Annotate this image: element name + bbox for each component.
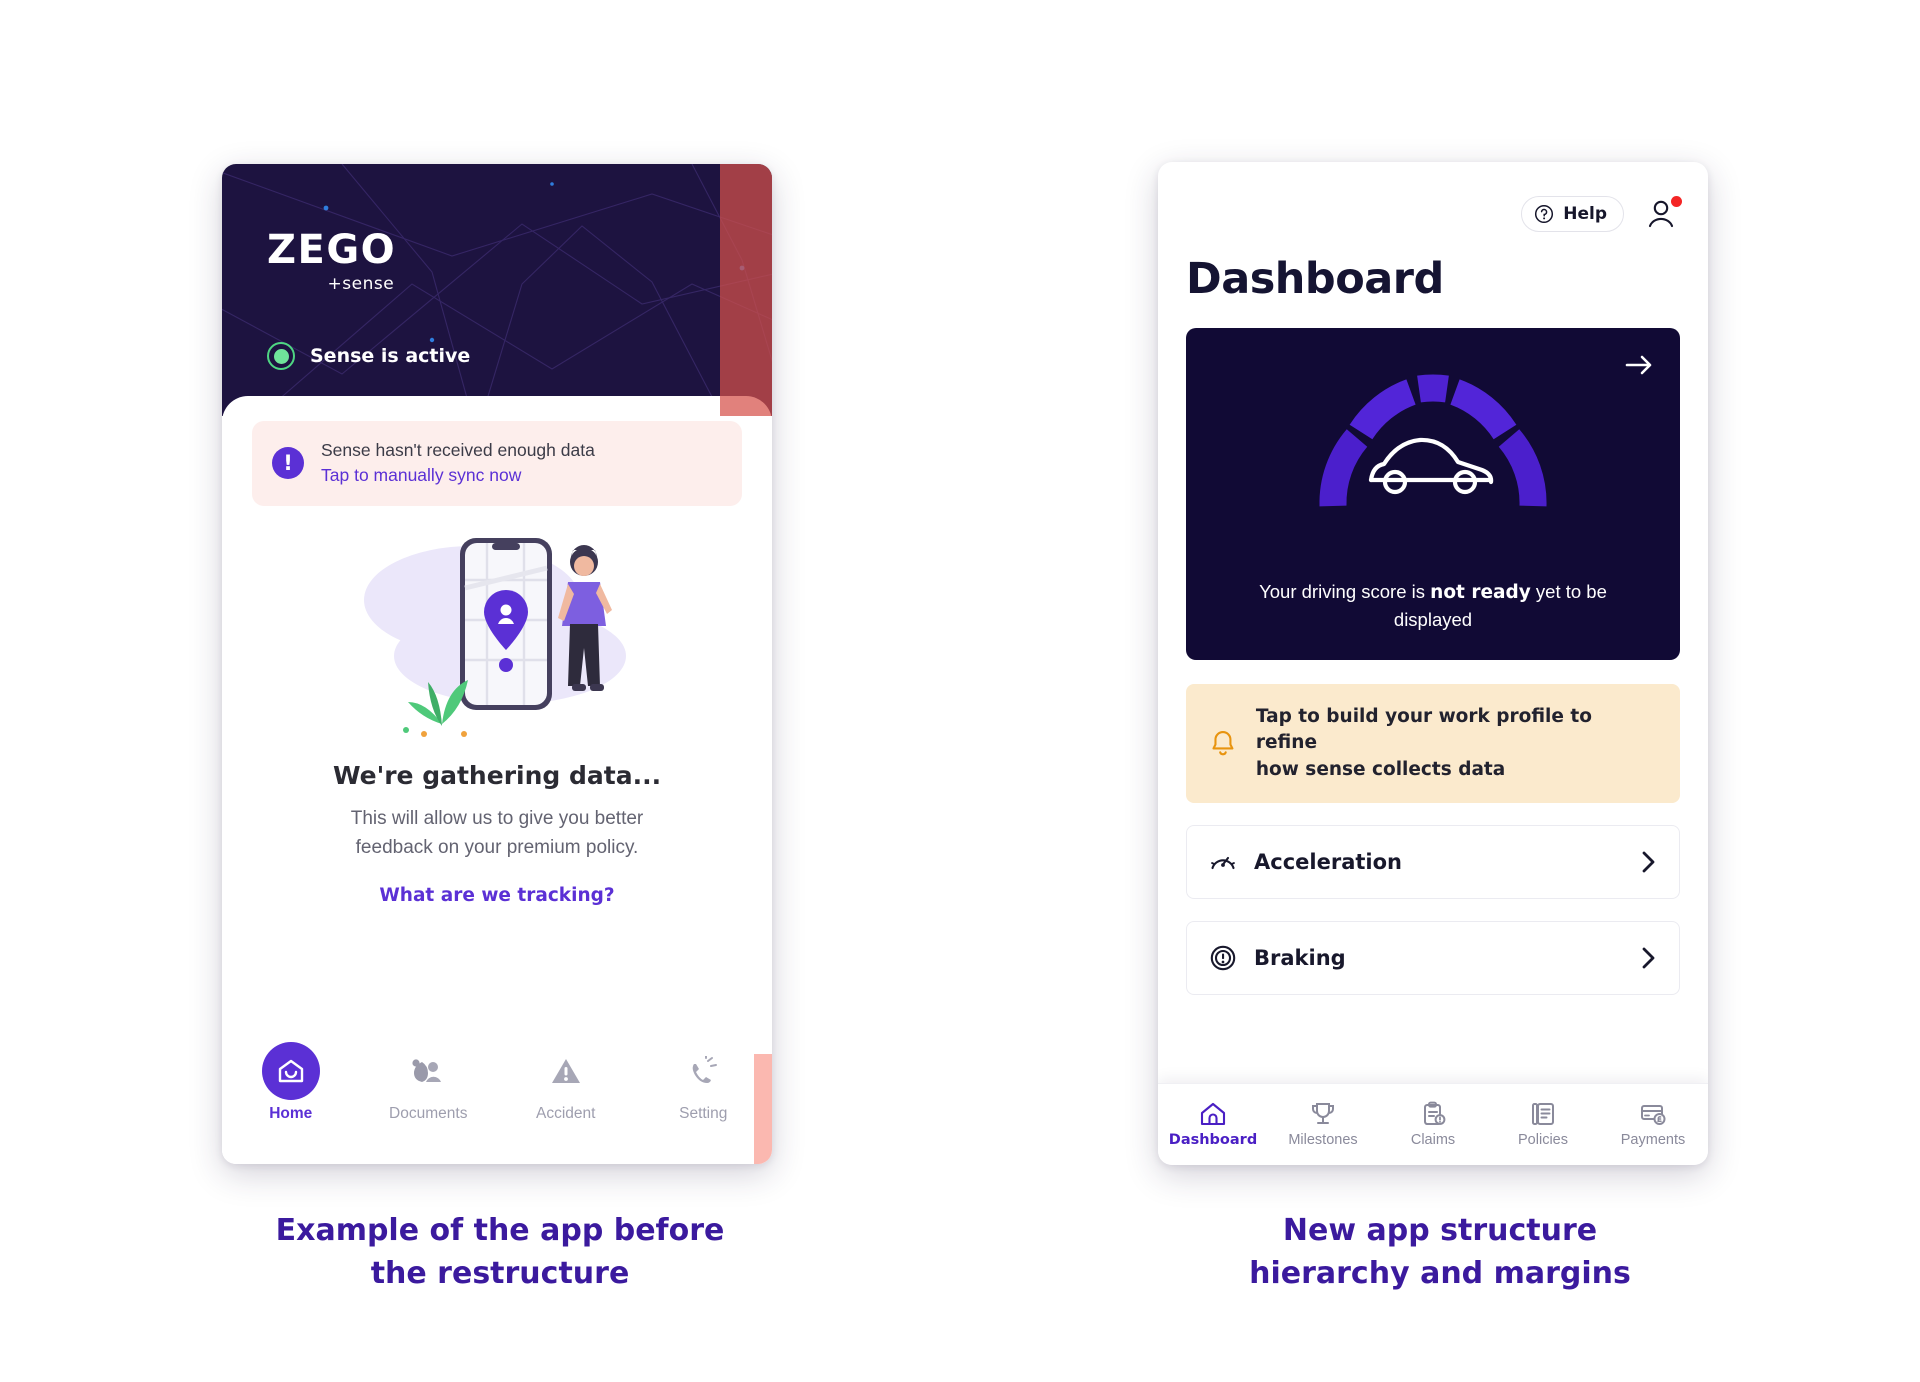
help-button[interactable]: Help bbox=[1521, 196, 1624, 232]
caption-after: New app structure hierarchy and margins bbox=[1100, 1210, 1780, 1295]
speedometer-icon bbox=[1211, 856, 1235, 869]
exclamation-circle-icon: ! bbox=[272, 447, 304, 480]
tab-documents-label: Documents bbox=[389, 1105, 468, 1122]
trophy-icon bbox=[1312, 1103, 1334, 1124]
tab-home-label: Home bbox=[269, 1105, 313, 1122]
metric-label-acceleration: Acceleration bbox=[1254, 849, 1402, 874]
tab-accident-label: Accident bbox=[536, 1105, 596, 1122]
documents-people-icon bbox=[411, 1046, 445, 1096]
tab-claims[interactable]: Claims bbox=[1378, 1101, 1488, 1148]
work-profile-notice-text: Tap to build your work profile to refine… bbox=[1256, 704, 1658, 783]
phone-mockup-after: Help Dashboard Your driving score is not… bbox=[1158, 162, 1708, 1165]
driving-score-message: Your driving score is not ready yet to b… bbox=[1186, 579, 1680, 634]
avatar[interactable] bbox=[1646, 196, 1682, 231]
hero-header: ZEGO +sense Sense is active bbox=[222, 164, 772, 416]
gathering-body: This will allow us to give you better fe… bbox=[252, 804, 742, 863]
sync-alert-action[interactable]: Tap to manually sync now bbox=[321, 463, 595, 488]
score-text-before: Your driving score is bbox=[1259, 581, 1431, 603]
car-gauge-icon bbox=[1186, 362, 1680, 512]
chevron-right-icon[interactable] bbox=[1639, 946, 1657, 970]
clipboard-alert-icon bbox=[1424, 1101, 1446, 1125]
sense-status: Sense is active bbox=[267, 342, 470, 370]
tab-claims-label: Claims bbox=[1410, 1132, 1456, 1148]
caption-after-line1: New app structure bbox=[1282, 1213, 1598, 1248]
notice-line1: Tap to build your work profile to refine bbox=[1255, 706, 1592, 754]
phone-map-location-person-illustration bbox=[252, 528, 742, 743]
home-icon bbox=[1200, 1102, 1226, 1126]
driving-score-card[interactable]: Your driving score is not ready yet to b… bbox=[1186, 328, 1680, 660]
slide-canvas: ZEGO +sense Sense is active ! Sense hasn… bbox=[0, 0, 1920, 1382]
caption-before-line2: the restructure bbox=[370, 1255, 630, 1291]
gathering-body-line2: feedback on your premium policy. bbox=[355, 837, 639, 859]
bottom-navigation-new: Dashboard Milestones Claims Policies Pay… bbox=[1158, 1083, 1708, 1165]
tab-documents[interactable]: Documents bbox=[360, 1046, 498, 1123]
metric-label-braking: Braking bbox=[1254, 945, 1346, 970]
warning-triangle-icon bbox=[550, 1046, 582, 1096]
brake-disc-icon bbox=[1210, 945, 1236, 971]
tab-policies-label: Policies bbox=[1518, 1132, 1568, 1148]
metric-row-acceleration[interactable]: Acceleration bbox=[1186, 824, 1680, 899]
tab-setting[interactable]: Setting bbox=[635, 1046, 773, 1123]
notice-line2: how sense collects data bbox=[1255, 758, 1506, 780]
phone-mockup-before: ZEGO +sense Sense is active ! Sense hasn… bbox=[222, 164, 772, 1164]
caption-before: Example of the app before the restructur… bbox=[160, 1210, 840, 1295]
tab-milestones-label: Milestones bbox=[1288, 1132, 1358, 1148]
zego-logo-wordmark: ZEGO bbox=[267, 227, 397, 273]
margin-overlay-bottom bbox=[754, 1054, 772, 1164]
page-title: Dashboard bbox=[1186, 254, 1444, 304]
tab-dashboard[interactable]: Dashboard bbox=[1158, 1101, 1268, 1148]
bell-icon bbox=[1212, 731, 1234, 756]
bottom-navigation-old: Home Documents Accident Setting bbox=[222, 1032, 772, 1164]
arrow-right-icon[interactable] bbox=[1624, 352, 1654, 378]
what-are-we-tracking-link[interactable]: What are we tracking? bbox=[252, 885, 742, 906]
question-circle-icon bbox=[1535, 204, 1554, 224]
zego-logo: ZEGO +sense bbox=[267, 230, 396, 294]
metric-row-braking[interactable]: Braking bbox=[1186, 920, 1680, 995]
phone-ringing-icon bbox=[687, 1046, 719, 1096]
tab-dashboard-label: Dashboard bbox=[1168, 1132, 1258, 1148]
sync-alert-title: Sense hasn't received enough data bbox=[321, 440, 595, 460]
tab-milestones[interactable]: Milestones bbox=[1268, 1101, 1378, 1148]
gathering-body-line1: This will allow us to give you better bbox=[350, 807, 644, 829]
content-sheet: ! Sense hasn't received enough data Tap … bbox=[222, 396, 772, 1164]
notification-badge bbox=[1671, 196, 1682, 207]
tab-accident[interactable]: Accident bbox=[497, 1046, 635, 1123]
caption-before-line1: Example of the app before bbox=[275, 1213, 725, 1248]
sync-alert-banner[interactable]: ! Sense hasn't received enough data Tap … bbox=[252, 421, 742, 506]
tab-home[interactable]: Home bbox=[222, 1042, 360, 1123]
sense-status-label: Sense is active bbox=[310, 345, 471, 367]
tab-policies[interactable]: Policies bbox=[1488, 1101, 1598, 1148]
tab-setting-label: Setting bbox=[679, 1105, 728, 1122]
work-profile-notice[interactable]: Tap to build your work profile to refine… bbox=[1186, 684, 1680, 803]
score-text-bold: not ready bbox=[1430, 582, 1531, 604]
card-pound-icon bbox=[1641, 1105, 1666, 1125]
gathering-title: We're gathering data... bbox=[332, 760, 662, 790]
tab-payments-label: Payments bbox=[1620, 1132, 1686, 1148]
green-dot-icon bbox=[267, 342, 295, 370]
caption-after-line2: hierarchy and margins bbox=[1249, 1255, 1631, 1291]
help-button-label: Help bbox=[1563, 204, 1607, 224]
chevron-right-icon[interactable] bbox=[1639, 850, 1657, 874]
dashboard-header-actions: Help bbox=[1186, 196, 1682, 232]
margin-overlay-top bbox=[720, 164, 772, 416]
documents-icon bbox=[1532, 1103, 1554, 1125]
zego-logo-subtitle: +sense bbox=[327, 274, 395, 294]
home-smile-icon bbox=[261, 1042, 320, 1100]
tab-payments[interactable]: Payments bbox=[1598, 1101, 1708, 1148]
